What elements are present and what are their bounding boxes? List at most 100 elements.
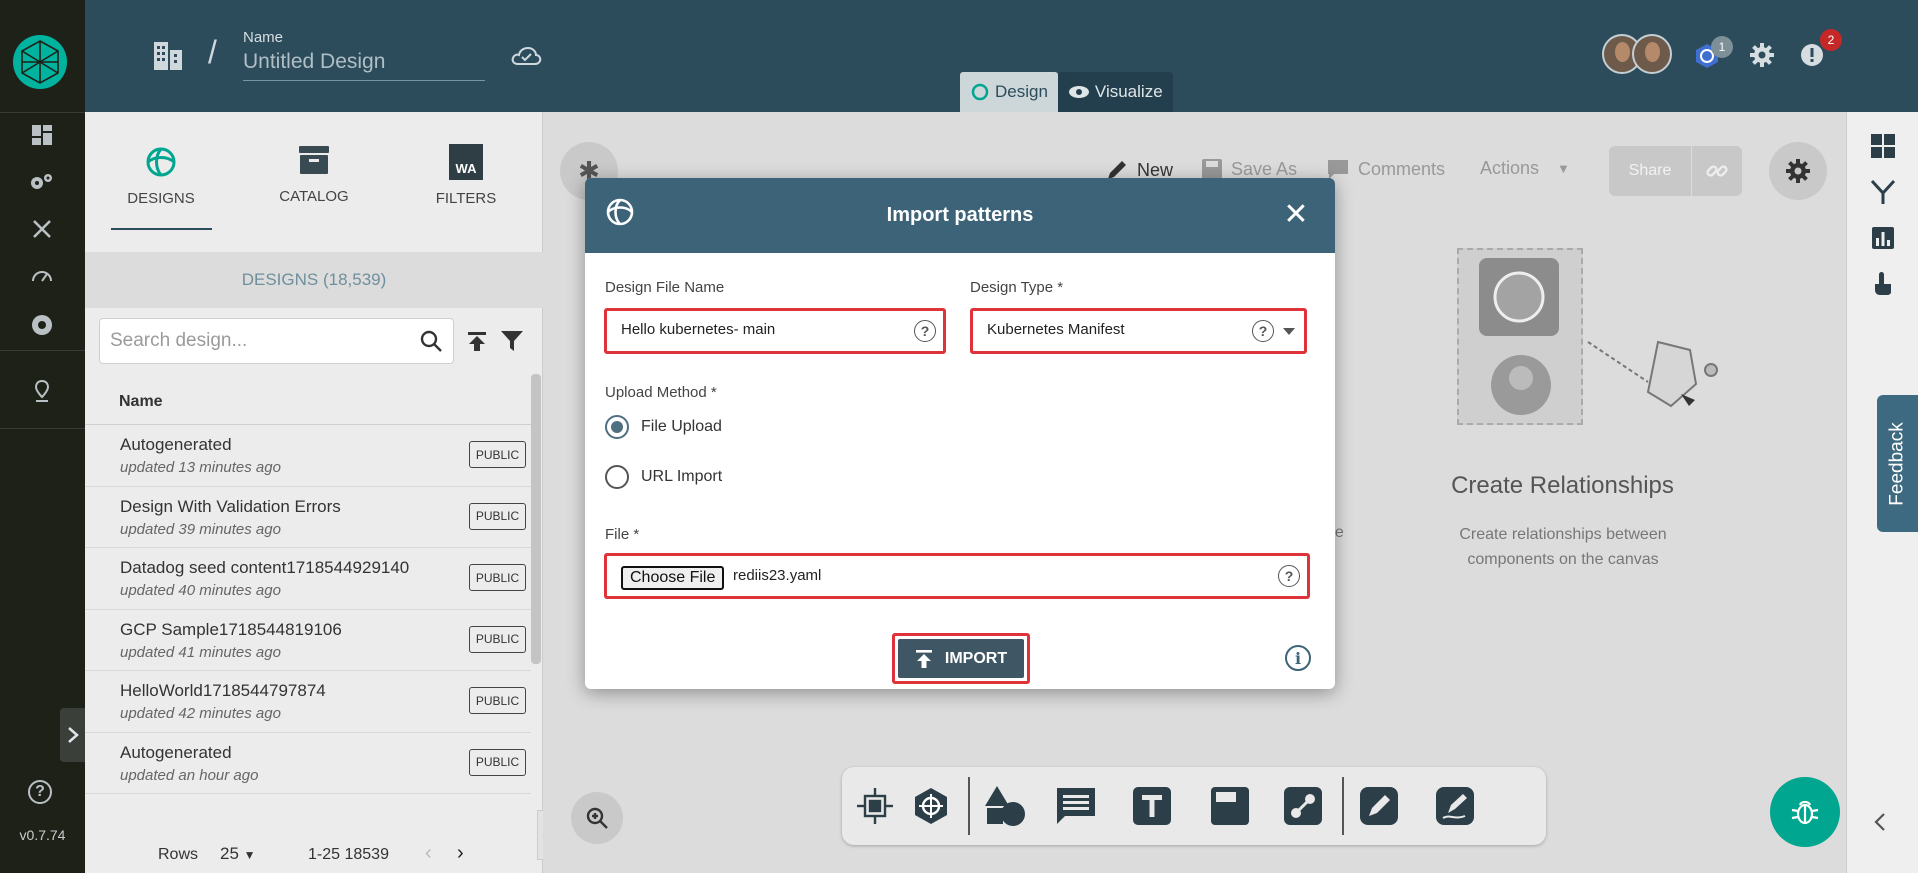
- version-label: v0.7.74: [19, 827, 66, 843]
- merge-branch-icon[interactable]: [1869, 178, 1897, 206]
- import-button[interactable]: IMPORT: [898, 639, 1024, 678]
- chevron-down-icon: ▼: [243, 848, 256, 862]
- tab-design[interactable]: Design: [960, 72, 1058, 112]
- lifecycle-icon[interactable]: [29, 169, 55, 195]
- avatar[interactable]: [1632, 34, 1672, 74]
- performance-icon[interactable]: [29, 263, 55, 289]
- designs-count-label: DESIGNS (18,539): [85, 252, 543, 308]
- design-updated: updated 41 minutes ago: [120, 643, 281, 661]
- design-name-input[interactable]: Untitled Design: [243, 50, 485, 81]
- list-scrollbar[interactable]: [531, 374, 541, 664]
- pagination: Rows 25 ▼ 1-25 18539 ‹ ›: [85, 822, 543, 873]
- rail-divider: [0, 428, 85, 429]
- choose-file-button[interactable]: Choose File: [621, 566, 725, 590]
- design-type-select[interactable]: Kubernetes Manifest ?: [970, 308, 1307, 354]
- import-button-label: IMPORT: [944, 649, 1008, 667]
- design-file-name-input[interactable]: Hello kubernetes- main ?: [604, 308, 946, 354]
- hint-description: Create relationships between components …: [1459, 526, 1667, 568]
- save-as-button[interactable]: Save As: [1201, 158, 1297, 180]
- search-design-field[interactable]: [99, 318, 454, 364]
- list-item[interactable]: Design With Validation Errors updated 39…: [85, 487, 531, 548]
- comments-button[interactable]: Comments: [1326, 158, 1445, 180]
- file-input[interactable]: Choose File rediis23.yaml ?: [604, 553, 1310, 599]
- shapes-icon[interactable]: [982, 783, 1028, 829]
- filter-icon[interactable]: [500, 330, 524, 357]
- collapse-right-rail-chevron-icon[interactable]: [1873, 812, 1887, 837]
- tab-filters[interactable]: WA FILTERS: [416, 142, 516, 207]
- radio-selected[interactable]: [605, 415, 629, 439]
- kubernetes-count-badge: 1: [1711, 36, 1733, 58]
- search-icon[interactable]: [419, 329, 443, 358]
- design-updated: updated an hour ago: [120, 766, 259, 784]
- list-item[interactable]: GCP Sample1718544819106 updated 41 minut…: [85, 610, 531, 671]
- rail-divider: [0, 350, 85, 351]
- actions-dropdown[interactable]: Actions ▼: [1480, 158, 1570, 179]
- canvas-settings-gear-icon[interactable]: [1769, 142, 1827, 200]
- help-icon[interactable]: ?: [1252, 320, 1274, 342]
- import-patterns-dialog: Import patterns ✕ Design File Name Hello…: [585, 178, 1335, 689]
- designs-icon: [111, 142, 211, 182]
- copy-link-icon[interactable]: [1692, 146, 1742, 196]
- location-pin-icon[interactable]: [29, 378, 55, 404]
- next-page-icon[interactable]: ›: [457, 842, 464, 865]
- public-badge[interactable]: PUBLIC: [469, 625, 526, 653]
- help-icon[interactable]: ?: [914, 320, 936, 342]
- components-icon[interactable]: [852, 783, 898, 829]
- design-updated: updated 39 minutes ago: [120, 520, 281, 538]
- public-badge[interactable]: PUBLIC: [469, 687, 526, 714]
- notifications-alert-icon[interactable]: [1799, 42, 1825, 73]
- public-badge[interactable]: PUBLIC: [469, 748, 526, 776]
- file-upload-radio[interactable]: File Upload: [605, 415, 722, 439]
- component-toolbar: [842, 767, 1546, 845]
- dashboard-icon[interactable]: [29, 122, 55, 148]
- radio-unselected[interactable]: [605, 465, 629, 489]
- list-item[interactable]: HelloWorld1718544797874 updated 42 minut…: [85, 671, 531, 733]
- tab-designs[interactable]: DESIGNS: [111, 142, 211, 207]
- cloud-sync-icon[interactable]: [510, 45, 542, 72]
- design-title: GCP Sample1718544819106: [120, 619, 342, 639]
- expand-nav-chevron-icon[interactable]: [60, 708, 85, 762]
- public-badge[interactable]: PUBLIC: [469, 564, 526, 591]
- touch-pointer-icon[interactable]: [1869, 269, 1897, 297]
- url-import-radio[interactable]: URL Import: [605, 465, 722, 489]
- text-icon[interactable]: [1129, 783, 1175, 829]
- list-item[interactable]: Autogenerated updated an hour ago PUBLIC: [85, 733, 531, 794]
- public-badge[interactable]: PUBLIC: [469, 441, 526, 468]
- previous-page-icon[interactable]: ‹: [425, 842, 432, 865]
- help-icon[interactable]: ?: [28, 780, 52, 804]
- zoom-icon[interactable]: [571, 792, 623, 844]
- settings-gear-icon[interactable]: [1749, 42, 1775, 73]
- pen-draw-icon[interactable]: [1356, 783, 1402, 829]
- layout-grid-icon[interactable]: [1869, 132, 1897, 160]
- share-button[interactable]: Share: [1609, 146, 1691, 196]
- comment-icon[interactable]: [1053, 783, 1099, 829]
- feedback-tab[interactable]: Feedback: [1877, 395, 1918, 532]
- extensions-icon[interactable]: [29, 312, 55, 338]
- info-icon[interactable]: i: [1285, 645, 1311, 671]
- chevron-down-icon[interactable]: [1283, 328, 1295, 335]
- workspace-building-icon[interactable]: [150, 38, 186, 77]
- freehand-draw-icon[interactable]: [1432, 783, 1478, 829]
- configuration-icon[interactable]: [29, 216, 55, 242]
- close-icon[interactable]: ✕: [1283, 200, 1309, 230]
- meshery-logo-icon[interactable]: [13, 35, 67, 89]
- help-icon[interactable]: ?: [1278, 565, 1300, 587]
- column-header-name[interactable]: Name: [119, 393, 163, 411]
- tab-visualize[interactable]: Visualize: [1057, 72, 1173, 112]
- chart-icon[interactable]: [1869, 224, 1897, 252]
- url-import-label: URL Import: [641, 468, 723, 485]
- selected-file-name: rediis23.yaml: [733, 567, 822, 584]
- public-badge[interactable]: PUBLIC: [469, 502, 526, 530]
- search-design-input[interactable]: [110, 319, 410, 363]
- relationship-tool-icon[interactable]: [1280, 783, 1326, 829]
- section-icon[interactable]: [1207, 783, 1253, 829]
- design-title: Autogenerated: [120, 742, 232, 762]
- kubernetes-helm-icon[interactable]: [908, 783, 954, 829]
- collaborators-avatars[interactable]: [1602, 34, 1674, 76]
- list-item[interactable]: Datadog seed content1718544929140 update…: [85, 548, 531, 610]
- upload-design-icon[interactable]: [466, 330, 488, 357]
- rows-per-page-select[interactable]: 25 ▼: [220, 844, 256, 864]
- tab-catalog[interactable]: CATALOG: [264, 140, 364, 205]
- list-item[interactable]: Autogenerated updated 13 minutes ago PUB…: [85, 425, 531, 487]
- bug-report-icon[interactable]: [1770, 777, 1840, 847]
